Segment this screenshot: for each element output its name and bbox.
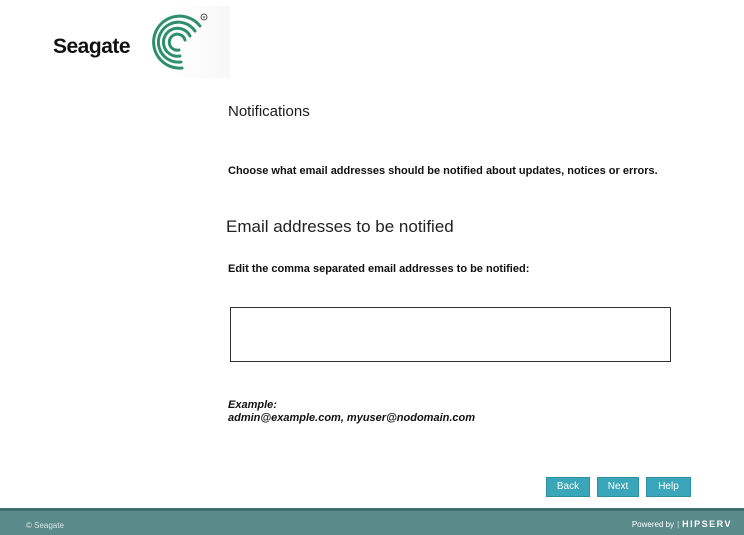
help-button[interactable]: Help [646,477,691,497]
example-value: admin@example.com, myuser@nodomain.com [228,412,476,424]
email-field-label: Edit the comma separated email addresses… [228,263,530,275]
page-title: Notifications [228,103,310,120]
example-label: Example: [228,399,277,411]
svg-text:R: R [203,15,206,20]
section-title: Email addresses to be notified [226,217,454,236]
seagate-logo: Seagate R [40,6,230,78]
footer-separator: | [677,520,680,529]
seagate-swirl-icon: R [152,13,208,70]
email-addresses-input[interactable] [230,307,671,362]
example-text: Example: admin@example.com, myuser@nodom… [228,399,475,425]
hipserv-logo: HIPSERV [682,519,732,529]
powered-by: Powered by | HIPSERV [632,519,732,529]
next-button[interactable]: Next [597,477,639,497]
logo-wordmark: Seagate [53,35,131,58]
back-button[interactable]: Back [546,477,590,497]
powered-by-label: Powered by [631,520,675,529]
intro-text: Choose what email addresses should be no… [228,165,658,177]
copyright-text: © Seagate [26,521,64,530]
footer: © Seagate Powered by | HIPSERV [0,508,744,535]
